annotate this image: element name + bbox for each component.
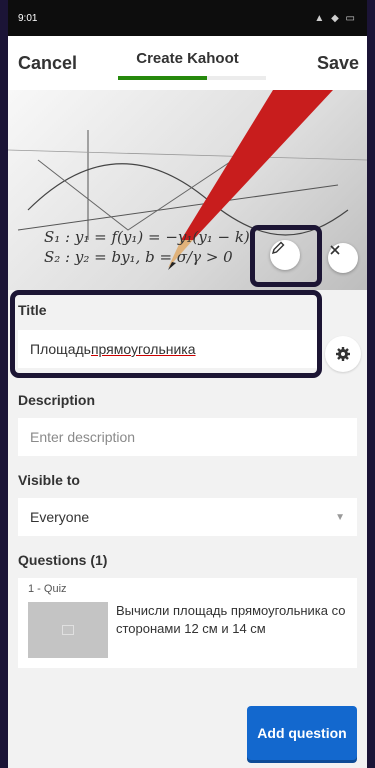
status-time: 9:01 xyxy=(18,12,38,24)
add-question-button[interactable]: Add question xyxy=(247,706,357,760)
gear-icon xyxy=(336,347,350,361)
image-placeholder-icon xyxy=(62,625,74,635)
question-type: 1 - Quiz xyxy=(28,583,67,595)
description-input[interactable]: Enter description xyxy=(18,418,357,456)
visibility-select[interactable]: Everyone ▼ xyxy=(18,498,357,536)
settings-button[interactable] xyxy=(325,336,361,372)
close-icon xyxy=(330,245,340,255)
remove-cover-button[interactable] xyxy=(328,243,358,273)
question-text: Вычисли площадь прямоугольника со сторон… xyxy=(116,603,346,636)
app-frame: 9:01 ▲ ◆ ▭ Cancel Create Kahoot Save S₁ … xyxy=(8,0,367,768)
title-section: Title Площадь прямоугольника xyxy=(8,290,367,382)
top-header: Cancel Create Kahoot Save xyxy=(8,36,367,90)
progress-bar-fill xyxy=(118,76,207,80)
visibility-label: Visible to xyxy=(18,472,80,488)
description-placeholder: Enter description xyxy=(30,429,136,445)
formula-line-1: S₁ : y₁ = f(y₁) = −y₁(y₁ − k) xyxy=(44,228,250,246)
question-card[interactable]: 1 - Quiz Вычисли площадь прямоугольника … xyxy=(18,578,357,668)
formula-line-2: S₂ : y₂ = by₁, b = σ/γ > 0 xyxy=(44,248,233,266)
description-label: Description xyxy=(18,392,96,408)
chevron-down-icon: ▼ xyxy=(335,511,345,523)
save-button[interactable]: Save xyxy=(317,53,359,74)
pencil-icon xyxy=(271,241,285,255)
question-thumbnail xyxy=(28,602,108,658)
cancel-button[interactable]: Cancel xyxy=(18,53,77,74)
questions-label: Questions (1) xyxy=(18,552,108,568)
visibility-value: Everyone xyxy=(30,509,90,525)
status-bar: 9:01 ▲ ◆ ▭ xyxy=(8,0,367,36)
title-highlight-frame xyxy=(10,290,322,378)
status-indicators: ▲ ◆ ▭ xyxy=(314,12,357,24)
page-title: Create Kahoot xyxy=(136,50,239,67)
edit-cover-button[interactable] xyxy=(270,240,300,270)
cover-image[interactable]: S₁ : y₁ = f(y₁) = −y₁(y₁ − k) S₂ : y₂ = … xyxy=(8,90,367,290)
progress-bar xyxy=(118,76,266,80)
